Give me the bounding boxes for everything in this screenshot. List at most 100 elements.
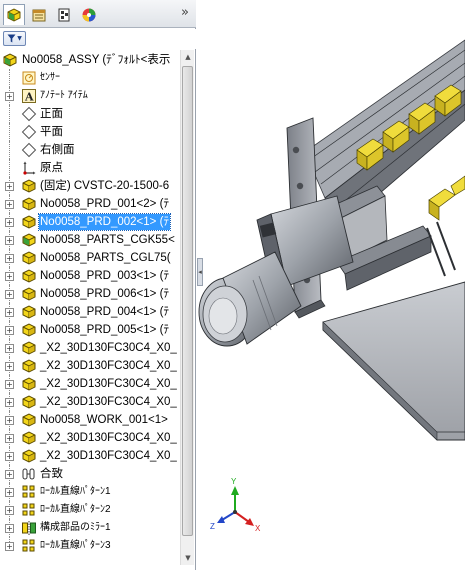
- tree-item[interactable]: + _X2_30D130FC30C4_X0_: [0, 393, 180, 411]
- plane-icon: [21, 142, 37, 158]
- tree-item-label: 構成部品のﾐﾗｰ1: [40, 522, 111, 533]
- expand-toggle[interactable]: +: [5, 290, 14, 299]
- more-tabs-arrow[interactable]: »: [181, 5, 189, 20]
- tree-item[interactable]: + _X2_30D130FC30C4_X0_: [0, 357, 180, 375]
- tree-item[interactable]: + ﾛｰｶﾙ直線ﾊﾟﾀｰﾝ1: [0, 483, 180, 501]
- tree-item[interactable]: + ﾛｰｶﾙ直線ﾊﾟﾀｰﾝ2: [0, 501, 180, 519]
- tree-item[interactable]: No0058_ASSY (ﾃﾞﾌｫﾙﾄ<表示: [0, 51, 180, 69]
- tree-item-label: _X2_30D130FC30C4_X0_: [40, 450, 177, 462]
- tree-item[interactable]: 原点: [0, 159, 180, 177]
- part-icon: [21, 250, 37, 266]
- assembly-icon: [3, 52, 19, 68]
- expand-toggle[interactable]: +: [5, 416, 14, 425]
- annotation-icon: A: [21, 88, 37, 104]
- tree-item-label: ﾛｰｶﾙ直線ﾊﾟﾀｰﾝ1: [40, 486, 111, 497]
- tree-item[interactable]: + _X2_30D130FC30C4_X0_: [0, 375, 180, 393]
- tree-item-label: No0058_PARTS_CGL75(: [40, 252, 171, 264]
- tree-item[interactable]: + No0058_PRD_006<1> (ﾃ: [0, 285, 180, 303]
- tree-item[interactable]: ｾﾝｻｰ: [0, 69, 180, 87]
- tree-item[interactable]: + _X2_30D130FC30C4_X0_: [0, 339, 180, 357]
- tree-item[interactable]: + 構成部品のﾐﾗｰ1: [0, 519, 180, 537]
- tree-item[interactable]: 平面: [0, 123, 180, 141]
- tree-item[interactable]: + No0058_PRD_005<1> (ﾃ: [0, 321, 180, 339]
- expand-toggle[interactable]: +: [5, 362, 14, 371]
- feature-manager-panel: » ▼ No0058_ASSY (ﾃﾞﾌｫﾙﾄ<表示 ｾﾝｻｰ + A ｱﾉﾃｰﾄ ｱｲ…: [0, 0, 196, 570]
- expand-toggle[interactable]: +: [5, 380, 14, 389]
- tree-item[interactable]: + No0058_PRD_004<1> (ﾃ: [0, 303, 180, 321]
- tree-item-label: _X2_30D130FC30C4_X0_: [40, 360, 177, 372]
- tree-item[interactable]: + No0058_PARTS_CGK55<: [0, 231, 180, 249]
- expand-toggle[interactable]: +: [5, 236, 14, 245]
- scrollbar-thumb[interactable]: [182, 66, 193, 536]
- assembly-model-view[interactable]: Y X Z: [197, 0, 465, 570]
- tree-item-label: No0058_PRD_006<1> (ﾃ: [40, 288, 170, 300]
- tree-item[interactable]: + No0058_PRD_003<1> (ﾃ: [0, 267, 180, 285]
- axis-triad: [217, 486, 254, 526]
- scroll-up-arrow[interactable]: ▲: [181, 50, 195, 64]
- tree-item[interactable]: + No0058_PARTS_CGL75(: [0, 249, 180, 267]
- part-icon: [21, 376, 37, 392]
- tree-item-label: 原点: [40, 162, 63, 174]
- plane-icon: [21, 106, 37, 122]
- tree-item[interactable]: + A ｱﾉﾃｰﾄ ｱｲﾃﾑ: [0, 87, 180, 105]
- expand-toggle[interactable]: +: [5, 200, 14, 209]
- expand-toggle[interactable]: +: [5, 398, 14, 407]
- expand-toggle[interactable]: +: [5, 182, 14, 191]
- tree-item[interactable]: + _X2_30D130FC30C4_X0_: [0, 447, 180, 465]
- tree-item[interactable]: 正面: [0, 105, 180, 123]
- tab-display-manager[interactable]: [78, 4, 100, 25]
- expand-toggle[interactable]: +: [5, 344, 14, 353]
- scroll-down-arrow[interactable]: ▼: [181, 551, 195, 565]
- tree-item-label: No0058_WORK_001<1>: [40, 414, 168, 426]
- tree-item-label: No0058_PRD_005<1> (ﾃ: [40, 324, 170, 336]
- expand-toggle[interactable]: +: [5, 254, 14, 263]
- tree-item-label: 平面: [40, 126, 63, 138]
- tab-property-manager[interactable]: [28, 4, 50, 25]
- triad-z-label: Z: [210, 522, 215, 531]
- tree-item-label: No0058_PRD_001<2> (ﾃ: [40, 198, 170, 210]
- tree-item[interactable]: + (固定) CVSTC-20-1500-6: [0, 177, 180, 195]
- funnel-icon: [7, 34, 16, 43]
- expand-toggle[interactable]: +: [5, 524, 14, 533]
- expand-toggle[interactable]: +: [5, 92, 14, 101]
- display-manager-icon: [82, 8, 96, 21]
- sensor-icon: [21, 70, 37, 86]
- manager-tab-bar: »: [0, 0, 196, 28]
- tab-feature-manager[interactable]: [3, 4, 25, 25]
- expand-toggle[interactable]: +: [5, 542, 14, 551]
- part-icon: [21, 268, 37, 284]
- linear-pattern-icon: [21, 502, 37, 518]
- part-icon: [21, 448, 37, 464]
- tree-item[interactable]: + No0058_PRD_001<2> (ﾃ: [0, 195, 180, 213]
- subassembly-icon: [21, 232, 37, 248]
- expand-toggle[interactable]: +: [5, 452, 14, 461]
- part-icon: [21, 286, 37, 302]
- tree-item[interactable]: + _X2_30D130FC30C4_X0_: [0, 429, 180, 447]
- expand-toggle[interactable]: +: [5, 272, 14, 281]
- tree-item[interactable]: + No0058_WORK_001<1>: [0, 411, 180, 429]
- expand-toggle[interactable]: +: [5, 308, 14, 317]
- filter-bar: ▼: [0, 29, 196, 49]
- tab-configuration-manager[interactable]: [53, 4, 75, 25]
- tree-item[interactable]: + No0058_PRD_002<1> (ﾃ: [0, 213, 180, 231]
- expand-toggle[interactable]: +: [5, 488, 14, 497]
- expand-toggle[interactable]: +: [5, 506, 14, 515]
- tree-item[interactable]: + ﾛｰｶﾙ直線ﾊﾟﾀｰﾝ3: [0, 537, 180, 555]
- tree-item[interactable]: + 合致: [0, 465, 180, 483]
- mirror-component-icon: [21, 520, 37, 536]
- expand-toggle[interactable]: +: [5, 218, 14, 227]
- triad-x-label: X: [255, 524, 261, 533]
- tree-scrollbar[interactable]: ▲ ▼: [180, 50, 194, 565]
- graphics-viewport[interactable]: ◂ Y X Z: [197, 0, 465, 570]
- filter-button[interactable]: ▼: [3, 31, 26, 46]
- part-icon: [21, 412, 37, 428]
- part-icon: [21, 304, 37, 320]
- configuration-manager-icon: [58, 8, 70, 21]
- tree-item[interactable]: 右側面: [0, 141, 180, 159]
- expand-toggle[interactable]: +: [5, 470, 14, 479]
- filter-dropdown-arrow: ▼: [17, 35, 22, 42]
- expand-toggle[interactable]: +: [5, 326, 14, 335]
- expand-toggle[interactable]: +: [5, 434, 14, 443]
- tree-item-label: No0058_PRD_003<1> (ﾃ: [40, 270, 170, 282]
- mates-icon: [21, 466, 37, 482]
